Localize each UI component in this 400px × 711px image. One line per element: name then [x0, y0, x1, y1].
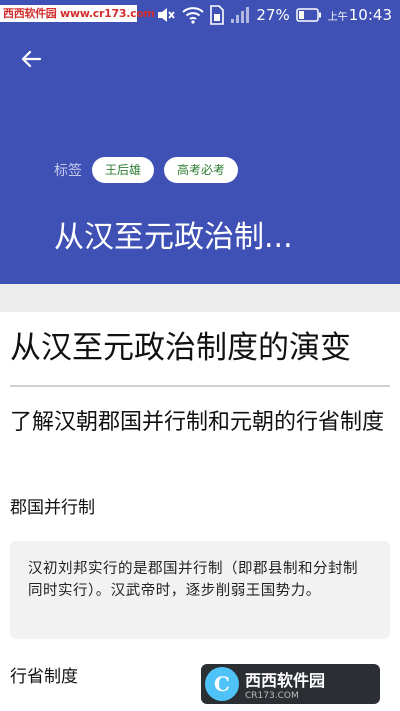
watermark-url: CR173.COM — [245, 691, 299, 701]
signal-icon — [230, 6, 250, 24]
battery-percent: 27% — [256, 6, 290, 24]
watermark-logo-icon: C — [205, 667, 239, 701]
wifi-icon — [182, 6, 205, 24]
clock-time: 10:43 — [348, 6, 392, 24]
quote-box: 汉初刘邦实行的是郡国并行制（即郡县制和分封制同时实行）。汉武帝时，逐步削弱王国势… — [10, 541, 390, 639]
clock: 上午 10:43 — [328, 6, 392, 24]
sim-icon — [210, 5, 225, 25]
divider — [10, 385, 390, 387]
section-heading: 了解汉朝郡国并行制和元朝的行省制度 — [10, 410, 385, 435]
status-icons: 27% 上午 10:43 — [156, 4, 392, 26]
app-header: 西西软件园 www.cr173.com 27% 上午 10:43 标签 王后雄 … — [0, 0, 400, 284]
clock-ampm: 上午 — [327, 12, 348, 23]
watermark-top: 西西软件园 www.cr173.com — [0, 5, 155, 22]
tags-label: 标签 — [54, 163, 82, 179]
mute-icon — [156, 6, 176, 24]
article-content: 从汉至元政治制度的演变 了解汉朝郡国并行制和元朝的行省制度 郡国并行制 汉初刘邦… — [0, 312, 400, 711]
watermark-logo: C 西西软件园 CR173.COM — [201, 664, 380, 704]
tag-chip[interactable]: 王后雄 — [92, 157, 155, 183]
article-title: 从汉至元政治制度的演变 — [10, 330, 351, 366]
sub-heading: 行省制度 — [10, 667, 78, 687]
header-title: 从汉至元政治制... — [54, 220, 293, 255]
arrow-left-icon — [21, 50, 41, 68]
back-button[interactable] — [14, 44, 48, 74]
status-bar: 西西软件园 www.cr173.com 27% 上午 10:43 — [0, 0, 400, 30]
battery-icon — [296, 8, 322, 22]
sub-heading: 郡国并行制 — [10, 498, 95, 518]
tag-chip[interactable]: 高考必考 — [164, 157, 239, 183]
quote-text: 汉初刘邦实行的是郡国并行制（即郡县制和分封制同时实行）。汉武帝时，逐步削弱王国势… — [28, 561, 358, 599]
tags-row: 标签 王后雄 高考必考 — [54, 156, 248, 184]
watermark-brand: 西西软件园 — [245, 671, 326, 690]
section-separator — [0, 284, 400, 312]
